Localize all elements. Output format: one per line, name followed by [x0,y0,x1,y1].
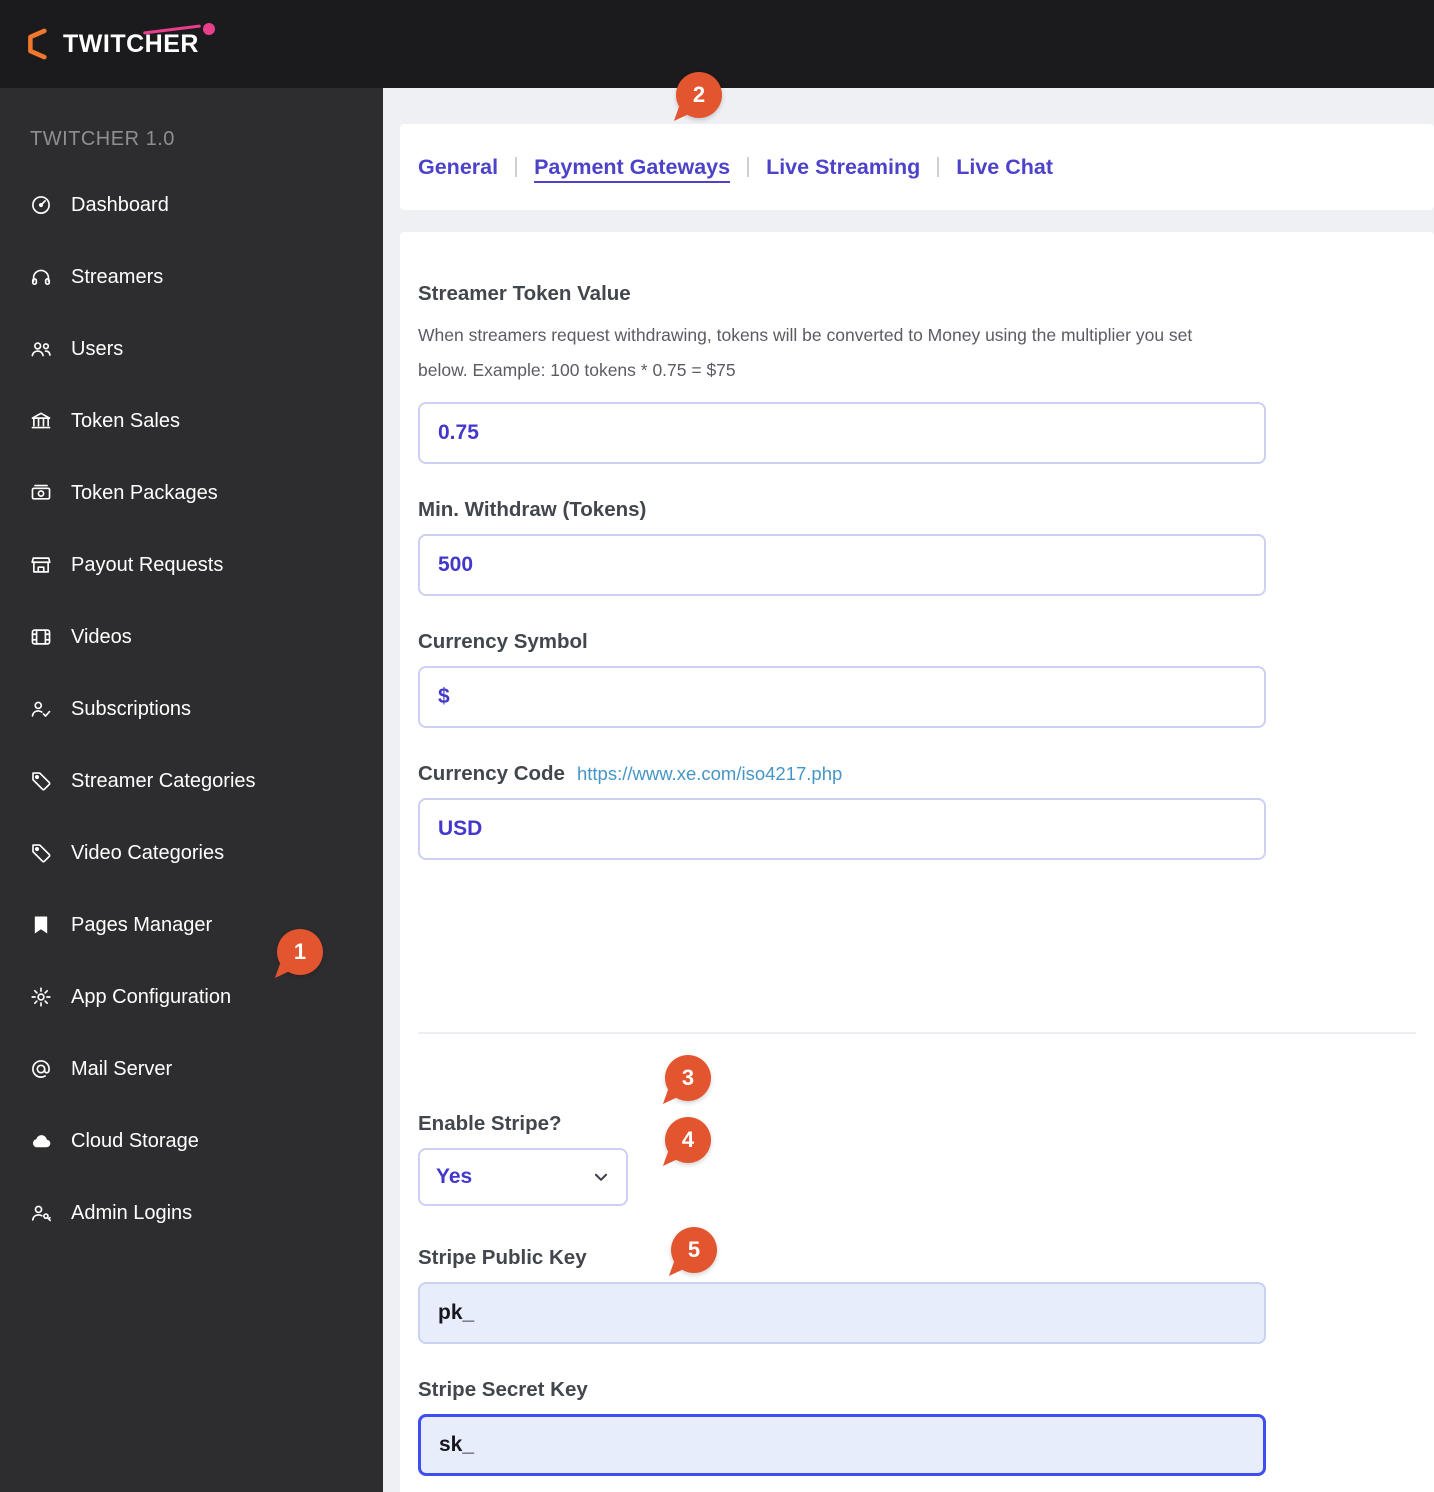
enable-stripe-label: Enable Stripe? [418,1112,1416,1136]
tab-live-streaming[interactable]: Live Streaming [766,155,920,180]
sidebar-item-label: Admin Logins [71,1202,192,1225]
sidebar-item-streamers[interactable]: Streamers [0,241,383,313]
brand-bracket-icon [26,27,54,61]
tab-separator [515,157,517,177]
sidebar-item-video-categories[interactable]: Video Categories [0,817,383,889]
tooltip-marker-1: 1 [277,929,323,975]
streamer-token-value-input[interactable] [418,402,1266,464]
sidebar-item-dashboard[interactable]: Dashboard [0,169,383,241]
main-content: General Payment Gateways Live Streaming … [383,88,1434,1492]
tag-icon [30,770,52,792]
stripe-public-key-label: Stripe Public Key [418,1246,1416,1270]
person-check-icon [30,698,52,720]
tooltip-marker-4: 4 [665,1117,711,1163]
sidebar-item-mail-server[interactable]: Mail Server [0,1033,383,1105]
currency-code-label: Currency Code https://www.xe.com/iso4217… [418,762,1416,786]
film-icon [30,626,52,648]
sidebar-item-admin-logins[interactable]: Admin Logins [0,1177,383,1249]
sidebar-item-label: Video Categories [71,842,224,865]
tab-general[interactable]: General [418,155,498,180]
stripe-secret-key-label: Stripe Secret Key [418,1378,1416,1402]
dashboard-icon [30,194,52,216]
sidebar-item-label: Mail Server [71,1058,172,1081]
section-divider [418,1032,1416,1034]
sidebar-item-label: Videos [71,626,132,649]
bank-icon [30,410,52,432]
payment-gateways-form: Streamer Token Value When streamers requ… [400,232,1434,1492]
sidebar-item-label: Pages Manager [71,914,212,937]
tab-separator [747,157,749,177]
sidebar-item-videos[interactable]: Videos [0,601,383,673]
tab-live-chat[interactable]: Live Chat [956,155,1053,180]
shop-icon [30,554,52,576]
sidebar-item-label: Payout Requests [71,554,223,577]
bookmark-icon [30,914,52,936]
stripe-public-key-input[interactable] [418,1282,1266,1344]
min-withdraw-label: Min. Withdraw (Tokens) [418,498,1416,522]
users-icon [30,338,52,360]
sidebar-item-label: Token Packages [71,482,218,505]
sidebar-heading: TWITCHER 1.0 [0,128,383,151]
min-withdraw-input[interactable] [418,534,1266,596]
currency-symbol-label: Currency Symbol [418,630,1416,654]
sidebar-item-label: Streamer Categories [71,770,256,793]
sidebar-item-label: Streamers [71,266,163,289]
currency-code-input[interactable] [418,798,1266,860]
admin-icon [30,1202,52,1224]
enable-stripe-select[interactable]: Yes [418,1148,628,1206]
currency-symbol-input[interactable] [418,666,1266,728]
sidebar-item-pages-manager[interactable]: Pages Manager [0,889,383,961]
sidebar-item-label: Dashboard [71,194,169,217]
sidebar: TWITCHER 1.0 Dashboard Streamers Users T… [0,88,383,1492]
sidebar-item-app-configuration[interactable]: App Configuration [0,961,383,1033]
iso4217-link[interactable]: https://www.xe.com/iso4217.php [577,763,842,785]
page: TWITCHER TWITCHER 1.0 Dashboard Streamer… [0,0,1434,1492]
top-bar: TWITCHER [0,0,1434,88]
sidebar-item-label: App Configuration [71,986,231,1009]
stripe-secret-key-input[interactable] [418,1414,1266,1476]
tab-separator [937,157,939,177]
sidebar-item-token-sales[interactable]: Token Sales [0,385,383,457]
sidebar-item-label: Users [71,338,123,361]
tooltip-marker-3: 3 [665,1055,711,1101]
sidebar-item-label: Token Sales [71,410,180,433]
sidebar-item-payout-requests[interactable]: Payout Requests [0,529,383,601]
chevron-down-icon [592,1168,610,1186]
brand-name: TWITCHER [63,30,199,58]
sidebar-item-label: Subscriptions [71,698,191,721]
cash-stack-icon [30,482,52,504]
settings-tabs: General Payment Gateways Live Streaming … [400,124,1434,210]
sidebar-item-label: Cloud Storage [71,1130,199,1153]
streamer-token-value-description: When streamers request withdrawing, toke… [418,318,1416,388]
gear-icon [30,986,52,1008]
tag-icon [30,842,52,864]
tooltip-marker-2: 2 [676,72,722,118]
cloud-icon [30,1130,52,1152]
tab-payment-gateways[interactable]: Payment Gateways [534,155,730,180]
sidebar-item-subscriptions[interactable]: Subscriptions [0,673,383,745]
sidebar-item-cloud-storage[interactable]: Cloud Storage [0,1105,383,1177]
sidebar-item-users[interactable]: Users [0,313,383,385]
headphones-icon [30,266,52,288]
at-icon [30,1058,52,1080]
sidebar-item-token-packages[interactable]: Token Packages [0,457,383,529]
tooltip-marker-5: 5 [671,1227,717,1273]
streamer-token-value-label: Streamer Token Value [418,282,1416,306]
brand-logo[interactable]: TWITCHER [26,27,199,61]
enable-stripe-selected-value: Yes [436,1165,472,1189]
brand-accent-dot [203,23,215,35]
sidebar-item-streamer-categories[interactable]: Streamer Categories [0,745,383,817]
